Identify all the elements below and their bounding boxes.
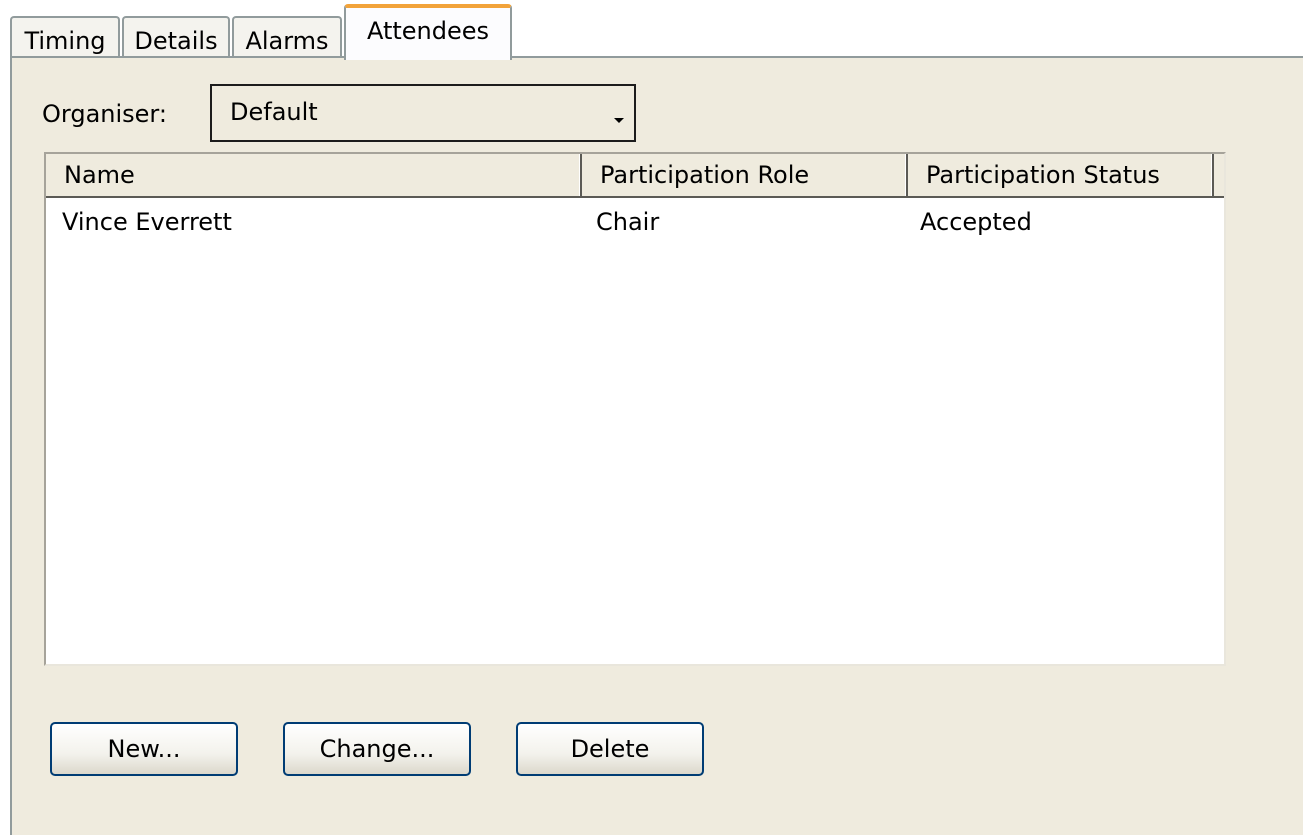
attendee-status: Accepted xyxy=(920,208,1032,236)
tab-alarms[interactable]: Alarms xyxy=(232,16,342,58)
tab-label: Alarms xyxy=(245,27,329,55)
delete-button[interactable]: Delete xyxy=(516,722,704,776)
attendees-list[interactable]: Name Participation Role Participation St… xyxy=(44,152,1226,666)
column-header-participation-role[interactable]: Participation Role xyxy=(582,154,908,196)
tab-label: Timing xyxy=(24,27,106,55)
organiser-dropdown[interactable]: Default xyxy=(210,84,636,142)
new-button[interactable]: New... xyxy=(50,722,238,776)
change-button[interactable]: Change... xyxy=(283,722,471,776)
attendee-name: Vince Everrett xyxy=(62,208,232,236)
tab-details[interactable]: Details xyxy=(122,16,230,58)
organiser-label: Organiser: xyxy=(42,100,167,128)
list-header: Name Participation Role Participation St… xyxy=(46,154,1224,198)
dropdown-arrow-icon xyxy=(614,118,624,123)
attendees-dialog: Timing Details Alarms Attendees Organise… xyxy=(0,0,1303,835)
table-row[interactable]: Vince Everrett Chair Accepted xyxy=(46,202,1224,242)
tab-label: Details xyxy=(134,27,218,55)
tab-timing[interactable]: Timing xyxy=(10,16,120,58)
tab-attendees[interactable]: Attendees xyxy=(344,4,512,60)
column-header-participation-status[interactable]: Participation Status xyxy=(908,154,1214,196)
column-header-name[interactable]: Name xyxy=(46,154,582,196)
attendee-role: Chair xyxy=(596,208,660,236)
organiser-selected-value: Default xyxy=(230,98,318,126)
tab-label: Attendees xyxy=(366,17,490,45)
